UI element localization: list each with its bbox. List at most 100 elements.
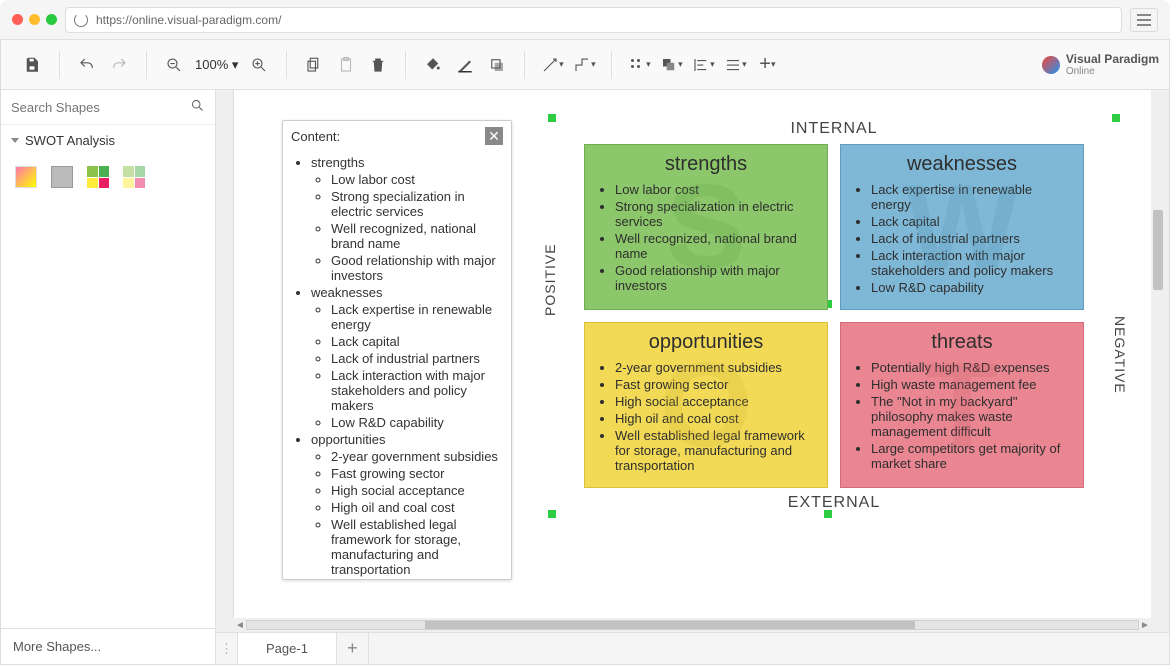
canvas-area: Content: ✕ strengthsLow labor costStrong…	[216, 90, 1169, 664]
zoom-in-button[interactable]	[244, 50, 274, 80]
list-item: Low labor cost	[615, 182, 815, 197]
cp-item: Good relationship with major investors	[331, 253, 503, 283]
list-item: Lack of industrial partners	[871, 231, 1071, 246]
zoom-out-button[interactable]	[159, 50, 189, 80]
delete-button[interactable]	[363, 50, 393, 80]
brand-name: Visual Paradigm	[1066, 52, 1159, 66]
search-shapes-field[interactable]	[1, 90, 215, 125]
reload-icon[interactable]	[74, 13, 88, 27]
threats-list: Potentially high R&D expenses High waste …	[853, 360, 1071, 471]
scroll-right-icon[interactable]: ►	[1139, 620, 1151, 631]
cp-item: Well recognized, national brand name	[331, 221, 503, 251]
app-toolbar: 100% ▾ ▾ ▾ ▾ ▾ ▾ ▾ +▾	[1, 40, 1169, 90]
more-shapes-link[interactable]: More Shapes...	[1, 628, 215, 664]
cp-item: High social acceptance	[331, 483, 503, 498]
tab-grip-icon[interactable]: ⋮	[216, 633, 238, 664]
cp-item: Low R&D capability	[331, 415, 503, 430]
shape-thumbnails	[1, 156, 215, 198]
align-button[interactable]: ▾	[688, 50, 718, 80]
shadow-button[interactable]	[482, 50, 512, 80]
list-item: Low R&D capability	[871, 280, 1071, 295]
shape-swot-1[interactable]	[15, 166, 37, 188]
connector-straight-button[interactable]: ▾	[537, 50, 567, 80]
resize-handle[interactable]	[548, 114, 556, 122]
category-swot[interactable]: SWOT Analysis	[1, 125, 215, 156]
resize-handle[interactable]	[1112, 114, 1120, 122]
swot-opportunities[interactable]: O opportunities 2-year government subsid…	[584, 322, 828, 488]
swot-threats[interactable]: T threats Potentially high R&D expensesH…	[840, 322, 1084, 488]
distribute-button[interactable]: ▾	[720, 50, 750, 80]
list-item: Well recognized, national brand name	[615, 231, 815, 261]
paste-button[interactable]	[331, 50, 361, 80]
horizontal-scrollbar[interactable]: ◄ ►	[216, 618, 1169, 632]
opportunities-title: opportunities	[597, 331, 815, 354]
list-item: Lack interaction with major stakeholders…	[871, 248, 1071, 278]
undo-button[interactable]	[72, 50, 102, 80]
line-color-button[interactable]	[450, 50, 480, 80]
cp-item: Low labor cost	[331, 172, 503, 187]
list-item: High social acceptance	[615, 394, 815, 409]
scroll-left-icon[interactable]: ◄	[234, 620, 246, 631]
address-bar[interactable]: https://online.visual-paradigm.com/	[65, 7, 1122, 33]
swot-label-internal: INTERNAL	[554, 120, 1114, 138]
list-item: Lack capital	[871, 214, 1071, 229]
point-style-button[interactable]: ▾	[624, 50, 654, 80]
list-item: Well established legal framework for sto…	[615, 428, 815, 473]
save-button[interactable]	[17, 50, 47, 80]
search-icon[interactable]	[190, 98, 205, 116]
resize-handle[interactable]	[824, 510, 832, 518]
content-inspector-panel[interactable]: Content: ✕ strengthsLow labor costStrong…	[282, 120, 512, 580]
page-tab-1[interactable]: Page-1	[238, 633, 337, 664]
add-page-button[interactable]: +	[337, 633, 369, 664]
weaknesses-list: Lack expertise in renewable energy Lack c…	[853, 182, 1071, 295]
fill-color-button[interactable]	[418, 50, 448, 80]
swot-strengths[interactable]: S strengths Low labor costStrong special…	[584, 144, 828, 310]
list-item: The "Not in my backyard" philosophy make…	[871, 394, 1071, 439]
zoom-value[interactable]: 100% ▾	[191, 57, 242, 73]
cp-item: Lack capital	[331, 334, 503, 349]
shape-swot-4[interactable]	[123, 166, 145, 188]
list-item: Strong specialization in electric servic…	[615, 199, 815, 229]
content-panel-body[interactable]: strengthsLow labor costStrong specializa…	[283, 151, 511, 579]
list-item: High waste management fee	[871, 377, 1071, 392]
cp-section: strengthsLow labor costStrong specializa…	[311, 155, 503, 283]
brand-icon	[1042, 56, 1060, 74]
swot-weaknesses[interactable]: W weaknesses Lack expertise in renewable…	[840, 144, 1084, 310]
vertical-scrollbar[interactable]	[1151, 90, 1165, 618]
cp-item: Lack of industrial partners	[331, 351, 503, 366]
cp-item: Lack interaction with major stakeholders…	[331, 368, 503, 413]
resize-handle[interactable]	[548, 510, 556, 518]
content-panel-title: Content:	[291, 129, 340, 144]
cp-item: Strong specialization in electric servic…	[331, 189, 503, 219]
close-icon[interactable]: ✕	[485, 127, 503, 145]
canvas[interactable]: Content: ✕ strengthsLow labor costStrong…	[234, 90, 1151, 618]
minimize-window-icon[interactable]	[29, 14, 40, 25]
add-button[interactable]: +▾	[752, 50, 782, 80]
maximize-window-icon[interactable]	[46, 14, 57, 25]
close-window-icon[interactable]	[12, 14, 23, 25]
list-item: 2-year government subsidies	[615, 360, 815, 375]
url-text: https://online.visual-paradigm.com/	[96, 13, 281, 27]
shape-swot-3[interactable]	[87, 166, 109, 188]
list-item: Lack expertise in renewable energy	[871, 182, 1071, 212]
strengths-title: strengths	[597, 153, 815, 176]
browser-menu-icon[interactable]	[1130, 8, 1158, 32]
swot-diagram[interactable]: INTERNAL POSITIVE NEGATIVE S strengths L…	[554, 120, 1114, 512]
copy-button[interactable]	[299, 50, 329, 80]
strengths-list: Low labor cost Strong specialization in e…	[597, 182, 815, 293]
brand-sub: Online	[1066, 66, 1159, 77]
list-item: Potentially high R&D expenses	[871, 360, 1071, 375]
list-item: High oil and coal cost	[615, 411, 815, 426]
cp-item: 2-year government subsidies	[331, 449, 503, 464]
cp-section: weaknessesLack expertise in renewable en…	[311, 285, 503, 430]
opportunities-list: 2-year government subsidiesFast growing …	[597, 360, 815, 473]
page-tabs: ⋮ Page-1 +	[216, 632, 1169, 664]
search-shapes-input[interactable]	[11, 100, 190, 115]
redo-button[interactable]	[104, 50, 134, 80]
brand-logo: Visual Paradigm Online	[1042, 52, 1159, 77]
cp-item: Lack expertise in renewable energy	[331, 302, 503, 332]
connector-waypoint-button[interactable]: ▾	[569, 50, 599, 80]
cp-item: Fast growing sector	[331, 466, 503, 481]
arrange-button[interactable]: ▾	[656, 50, 686, 80]
shape-swot-2[interactable]	[51, 166, 73, 188]
